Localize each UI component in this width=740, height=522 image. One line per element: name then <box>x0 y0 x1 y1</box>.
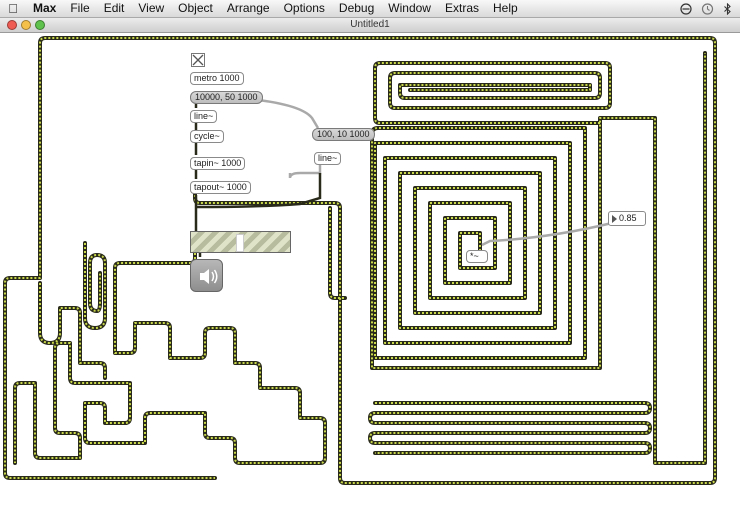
speaker-icon <box>200 269 218 284</box>
line-object-1[interactable]: line~ <box>190 110 218 123</box>
menu-edit[interactable]: Edit <box>97 0 132 17</box>
window-title: Untitled1 <box>350 19 390 30</box>
gain-slider[interactable] <box>190 231 291 253</box>
ramp-message-2[interactable]: 100, 10 1000 <box>312 128 375 141</box>
cycle-object[interactable]: cycle~ <box>190 130 224 143</box>
menu-file[interactable]: File <box>63 0 96 17</box>
multiply-object[interactable]: *~ <box>466 250 488 263</box>
menu-arrange[interactable]: Arrange <box>220 0 277 17</box>
menu-help[interactable]: Help <box>486 0 525 17</box>
tapin-object[interactable]: tapin~ 1000 <box>190 157 246 170</box>
dac-speaker-button[interactable] <box>190 259 223 292</box>
metro-object[interactable]: metro 1000 <box>190 72 244 85</box>
menu-bar:  Max File Edit View Object Arrange Opti… <box>0 0 740 18</box>
number-box[interactable]: 0.85 <box>608 211 646 226</box>
time-machine-icon[interactable] <box>701 2 714 15</box>
menu-options[interactable]: Options <box>277 0 332 17</box>
line-object-2[interactable]: line~ <box>314 152 342 165</box>
bluetooth-icon[interactable] <box>723 2 732 15</box>
menu-view[interactable]: View <box>131 0 171 17</box>
broadcast-icon[interactable] <box>680 2 692 15</box>
patch-cords <box>3 36 717 485</box>
menu-window[interactable]: Window <box>381 0 438 17</box>
toggle-x-icon <box>192 54 204 66</box>
menu-object[interactable]: Object <box>171 0 220 17</box>
menu-debug[interactable]: Debug <box>332 0 381 17</box>
gain-slider-knob[interactable] <box>236 234 244 252</box>
patcher-canvas[interactable]: metro 1000 10000, 50 1000 line~ cycle~ t… <box>0 33 740 522</box>
toggle-checkbox[interactable] <box>191 53 205 67</box>
menu-extras[interactable]: Extras <box>438 0 486 17</box>
tapout-object[interactable]: tapout~ 1000 <box>190 181 251 194</box>
menu-extras-area <box>680 2 740 15</box>
window-titlebar: Untitled1 <box>0 18 740 33</box>
apple-menu-icon[interactable]:  <box>0 1 26 16</box>
menu-max[interactable]: Max <box>26 0 63 17</box>
ramp-message[interactable]: 10000, 50 1000 <box>190 91 263 104</box>
